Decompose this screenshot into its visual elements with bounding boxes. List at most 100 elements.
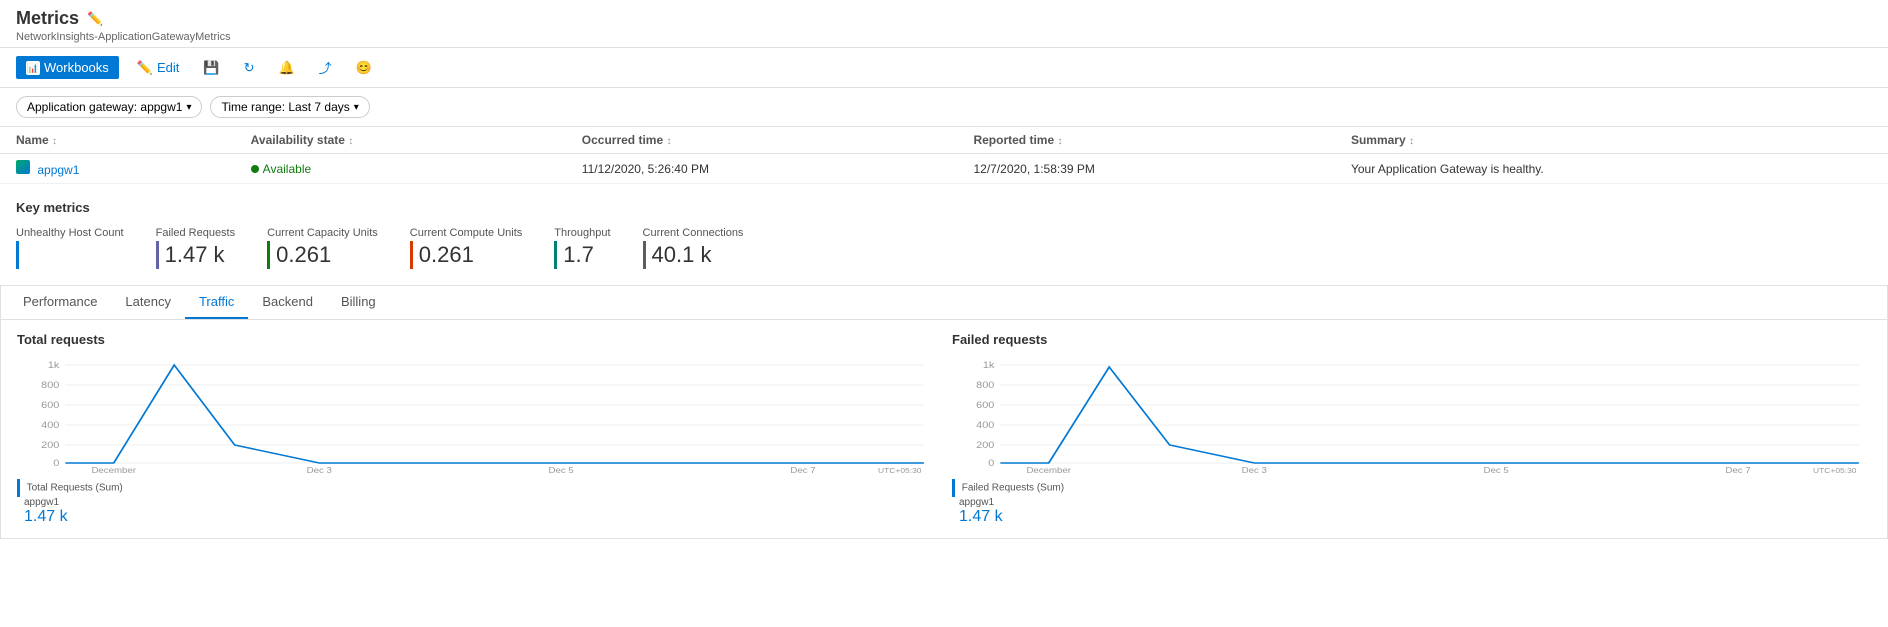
svg-text:0: 0 xyxy=(988,459,995,469)
tab-backend[interactable]: Backend xyxy=(248,286,327,319)
tab-performance[interactable]: Performance xyxy=(9,286,111,319)
cell-summary: Your Application Gateway is healthy. xyxy=(1335,154,1888,184)
svg-text:1k: 1k xyxy=(48,361,59,371)
availability-badge: Available xyxy=(251,162,550,176)
metric-label: Unhealthy Host Count xyxy=(16,227,124,239)
col-occurred[interactable]: Occurred time ↕ xyxy=(566,127,958,154)
col-summary[interactable]: Summary ↕ xyxy=(1335,127,1888,154)
cell-availability: Available xyxy=(235,154,566,184)
metric-item: Failed Requests 1.47 k xyxy=(156,227,236,269)
edit-button[interactable]: ✏️ Edit xyxy=(131,56,186,80)
failed-requests-panel: Failed requests 1k 800 600 400 200 0 xyxy=(952,332,1871,526)
sort-icon-avail: ↕ xyxy=(348,136,353,147)
metric-item: Current Compute Units 0.261 xyxy=(410,227,523,269)
total-requests-title: Total requests xyxy=(17,332,936,347)
edit-label: Edit xyxy=(157,60,179,75)
metric-bar xyxy=(267,241,270,269)
svg-text:200: 200 xyxy=(41,441,60,451)
edit-title-icon[interactable]: ✏️ xyxy=(87,11,103,27)
svg-text:600: 600 xyxy=(41,401,60,411)
svg-text:600: 600 xyxy=(976,401,995,411)
timerange-filter-label: Time range: Last 7 days xyxy=(221,100,349,114)
notifications-button[interactable]: 🔔 xyxy=(272,56,300,80)
metric-label: Throughput xyxy=(554,227,610,239)
svg-text:Dec 3: Dec 3 xyxy=(1242,466,1267,475)
failed-requests-legend-value: 1.47 k xyxy=(959,508,1003,525)
gateway-icon xyxy=(16,160,30,174)
svg-text:December: December xyxy=(1026,466,1071,475)
total-requests-svg: 1k 800 600 400 200 0 December Dec 3 Dec … xyxy=(17,355,936,475)
availability-label: Available xyxy=(263,162,311,176)
tab-traffic[interactable]: Traffic xyxy=(185,286,248,319)
col-reported[interactable]: Reported time ↕ xyxy=(957,127,1334,154)
failed-requests-svg: 1k 800 600 400 200 0 December Dec 3 Dec … xyxy=(952,355,1871,475)
cell-reported: 12/7/2020, 1:58:39 PM xyxy=(957,154,1334,184)
table-row: appgw1 Available 11/12/2020, 5:26:40 PM … xyxy=(0,154,1888,184)
metric-bar xyxy=(410,241,413,269)
bell-icon: 🔔 xyxy=(278,60,294,76)
metric-item: Throughput 1.7 xyxy=(554,227,610,269)
total-requests-chart: 1k 800 600 400 200 0 December Dec 3 Dec … xyxy=(17,355,936,475)
green-dot-icon xyxy=(251,165,259,173)
metric-value: 1.47 k xyxy=(156,241,236,269)
feedback-button[interactable]: 😊 xyxy=(350,56,378,80)
svg-text:800: 800 xyxy=(41,381,60,391)
metric-number: 1.7 xyxy=(563,242,594,268)
total-requests-legend-label: Total Requests (Sum) xyxy=(27,483,123,494)
share-button[interactable]: ⤴ xyxy=(313,54,338,81)
edit-icon: ✏️ xyxy=(137,60,153,76)
gateway-filter[interactable]: Application gateway: appgw1 ▾ xyxy=(16,96,202,118)
metrics-row: Unhealthy Host Count Failed Requests 1.4… xyxy=(16,227,1872,269)
metric-item: Current Capacity Units 0.261 xyxy=(267,227,378,269)
svg-text:0: 0 xyxy=(53,459,60,469)
col-availability[interactable]: Availability state ↕ xyxy=(235,127,566,154)
metric-value: 40.1 k xyxy=(643,241,744,269)
svg-text:400: 400 xyxy=(976,421,995,431)
top-bar: Metrics ✏️ NetworkInsights-ApplicationGa… xyxy=(0,0,1888,48)
breadcrumb: NetworkInsights-ApplicationGatewayMetric… xyxy=(16,31,1872,43)
svg-text:1k: 1k xyxy=(983,361,994,371)
refresh-button[interactable]: ↻ xyxy=(238,56,261,80)
cell-occurred: 11/12/2020, 5:26:40 PM xyxy=(566,154,958,184)
sort-icon-occurred: ↕ xyxy=(666,136,671,147)
row-name[interactable]: appgw1 xyxy=(37,163,79,177)
metric-item: Current Connections 40.1 k xyxy=(643,227,744,269)
page-title-row: Metrics ✏️ xyxy=(16,8,1872,29)
metric-value xyxy=(16,241,124,269)
svg-text:Dec 5: Dec 5 xyxy=(549,466,574,475)
workbooks-label: Workbooks xyxy=(44,60,109,75)
svg-text:Dec 7: Dec 7 xyxy=(790,466,815,475)
svg-text:Dec 3: Dec 3 xyxy=(307,466,332,475)
sort-icon-summary: ↕ xyxy=(1409,136,1414,147)
save-icon: 💾 xyxy=(203,60,219,76)
metric-value: 1.7 xyxy=(554,241,610,269)
col-name[interactable]: Name ↕ xyxy=(0,127,235,154)
metric-bar xyxy=(16,241,19,269)
metric-value: 0.261 xyxy=(410,241,523,269)
total-requests-panel: Total requests 1k 800 600 400 200 0 xyxy=(17,332,936,526)
key-metrics-section: Key metrics Unhealthy Host Count Failed … xyxy=(0,184,1888,277)
svg-text:800: 800 xyxy=(976,381,995,391)
svg-text:400: 400 xyxy=(41,421,60,431)
svg-text:UTC+05:30: UTC+05:30 xyxy=(1813,467,1856,475)
failed-requests-legend-bar xyxy=(952,479,955,497)
gateway-filter-chevron: ▾ xyxy=(186,102,191,113)
metric-label: Current Capacity Units xyxy=(267,227,378,239)
metric-item: Unhealthy Host Count xyxy=(16,227,124,269)
total-requests-legend-value: 1.47 k xyxy=(24,508,68,525)
metric-label: Failed Requests xyxy=(156,227,236,239)
tab-latency[interactable]: Latency xyxy=(111,286,185,319)
toolbar: 📊 Workbooks ✏️ Edit 💾 ↻ 🔔 ⤴ 😊 xyxy=(0,48,1888,88)
timerange-filter[interactable]: Time range: Last 7 days ▾ xyxy=(210,96,369,118)
tab-billing[interactable]: Billing xyxy=(327,286,390,319)
workbooks-button[interactable]: 📊 Workbooks xyxy=(16,56,119,79)
failed-requests-legend-label: Failed Requests (Sum) xyxy=(962,483,1064,494)
failed-requests-legend-sub: appgw1 xyxy=(959,497,994,508)
total-requests-legend-bar xyxy=(17,479,20,497)
metric-number: 40.1 k xyxy=(652,242,712,268)
sort-icon-reported: ↕ xyxy=(1057,136,1062,147)
svg-text:Dec 7: Dec 7 xyxy=(1725,466,1750,475)
metric-bar xyxy=(554,241,557,269)
save-button[interactable]: 💾 xyxy=(197,56,225,80)
svg-text:December: December xyxy=(91,466,136,475)
